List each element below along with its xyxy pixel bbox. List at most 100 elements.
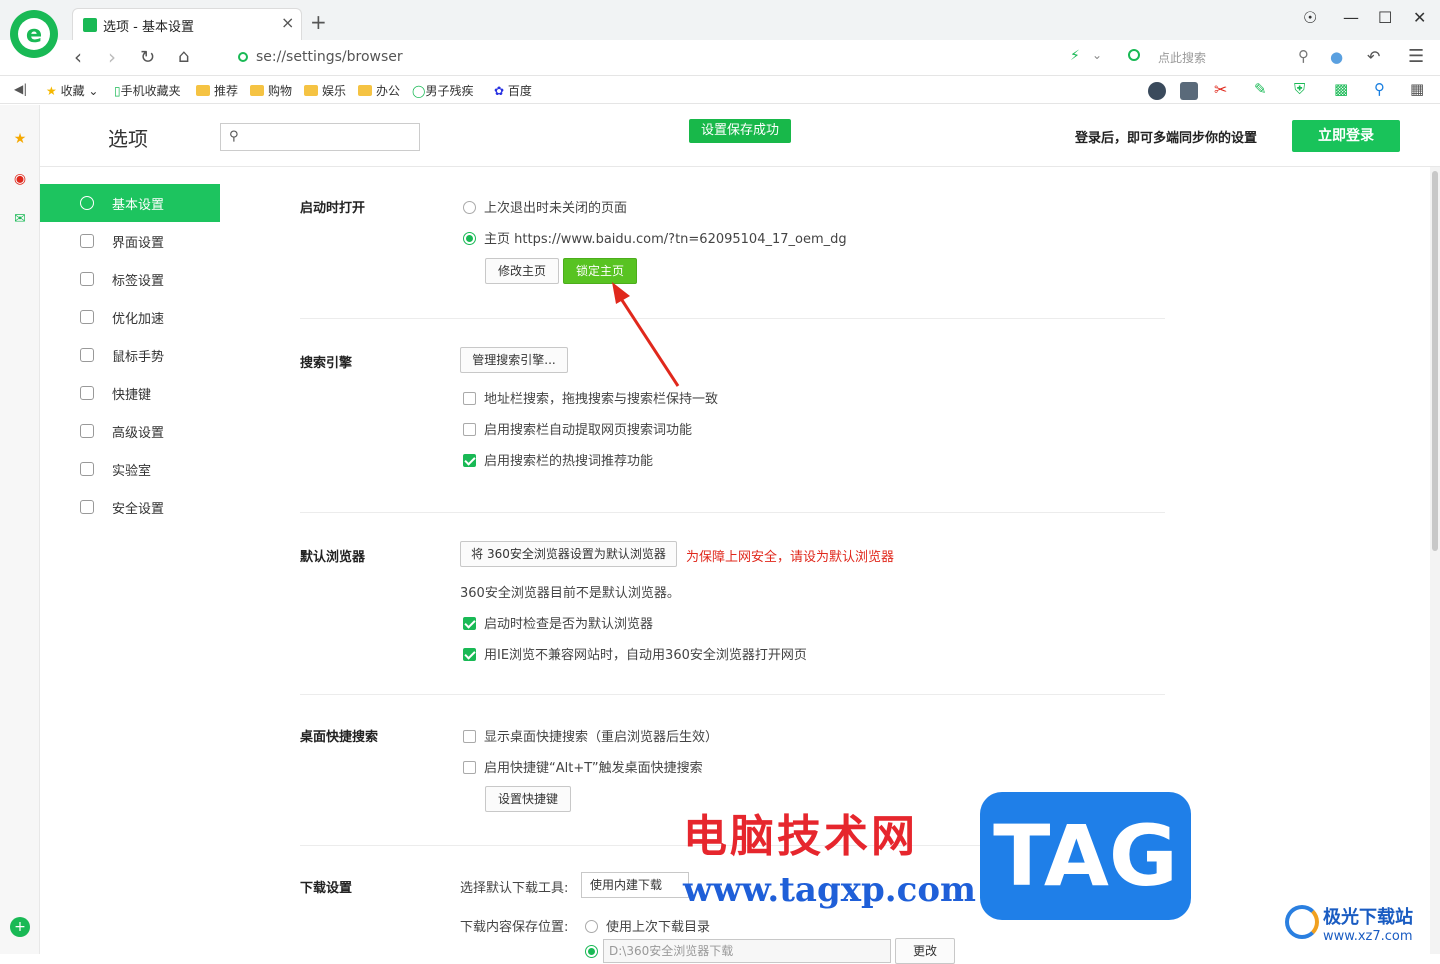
find-icon[interactable]: ⚲ xyxy=(1374,80,1385,98)
game-icon[interactable]: ▩ xyxy=(1334,80,1348,98)
sidenav-item-lab[interactable]: 实验室 xyxy=(40,450,220,488)
section-title-startup: 启动时打开 xyxy=(300,201,366,216)
radio-last-session[interactable] xyxy=(463,201,476,214)
favorites-star-icon[interactable]: ★ xyxy=(10,129,30,149)
search-option-1[interactable]: 地址栏搜索，拖拽搜索与搜索栏保持一致 xyxy=(463,388,718,407)
checkbox[interactable] xyxy=(463,392,476,405)
options-search[interactable]: ⚲ xyxy=(220,123,420,151)
checkbox[interactable] xyxy=(463,730,476,743)
download-tool-select[interactable]: 使用内建下载 xyxy=(581,872,689,898)
startup-option-last[interactable]: 上次退出时未关闭的页面 xyxy=(463,197,627,216)
maximize-icon[interactable]: ☐ xyxy=(1378,8,1392,27)
bookmark-folder-office[interactable]: 办公 xyxy=(358,82,400,99)
back-icon[interactable]: ‹ xyxy=(74,45,82,69)
checkbox[interactable] xyxy=(463,423,476,436)
collapse-sidebar-icon[interactable]: ◀| xyxy=(14,82,27,96)
shield-icon[interactable]: ⛨ xyxy=(1294,80,1305,98)
tab-settings[interactable]: 选项 - 基本设置 × xyxy=(72,8,302,40)
apps-grid-icon[interactable]: ▦ xyxy=(1410,80,1424,98)
default-browser-option-2[interactable]: 用IE浏览不兼容网站时，自动用360安全浏览器打开网页 xyxy=(463,644,807,663)
options-search-input[interactable] xyxy=(249,127,409,147)
default-browser-option-1[interactable]: 启动时检查是否为默认浏览器 xyxy=(463,613,653,632)
download-path-field[interactable]: D:\360安全浏览器下载 xyxy=(603,939,891,963)
bookmark-favorites[interactable]: ★ 收藏 ⌄ xyxy=(46,82,98,99)
reload-icon[interactable]: ↻ xyxy=(140,47,155,68)
set-shortcut-button[interactable]: 设置快捷键 xyxy=(485,786,571,812)
save-success-toast: 设置保存成功 xyxy=(689,119,791,143)
minimize-icon[interactable]: — xyxy=(1343,8,1359,27)
bookmark-search[interactable]: ◯男子残疾 xyxy=(412,82,473,99)
home-icon[interactable]: ⌂ xyxy=(178,46,189,67)
desktop-search-option-1[interactable]: 显示桌面快捷搜索（重启浏览器后生效） xyxy=(463,726,718,745)
ie-mode-icon[interactable]: ● xyxy=(1330,48,1343,66)
search-option-3[interactable]: 启用搜索栏的热搜词推荐功能 xyxy=(463,450,653,469)
mouse-icon xyxy=(80,348,94,362)
window-icon xyxy=(80,234,94,248)
watermark-tag-logo: TAG xyxy=(980,792,1191,920)
menu-icon[interactable]: ☰ xyxy=(1408,46,1424,67)
mail-icon[interactable]: ✉ xyxy=(10,209,30,229)
search-option-2[interactable]: 启用搜索栏自动提取网页搜索词功能 xyxy=(463,419,692,438)
skin-icon[interactable]: ☉ xyxy=(1303,8,1317,27)
set-default-browser-button[interactable]: 将 360安全浏览器设置为默认浏览器 xyxy=(460,541,677,567)
folder-icon xyxy=(304,85,318,96)
bookmark-folder-shopping[interactable]: 购物 xyxy=(250,82,292,99)
modify-homepage-button[interactable]: 修改主页 xyxy=(485,258,559,284)
star-icon: ★ xyxy=(46,84,57,98)
left-rail: ★ ◉ ✉ + xyxy=(0,105,40,954)
sidenav-item-security[interactable]: 安全设置 xyxy=(40,488,220,526)
add-sidebar-icon[interactable]: + xyxy=(10,917,30,937)
bookmark-mobile[interactable]: ▯手机收藏夹 xyxy=(114,82,181,99)
wrench-icon xyxy=(83,18,97,32)
url-field[interactable]: se://settings/browser xyxy=(238,49,403,65)
checkbox[interactable] xyxy=(463,761,476,774)
default-browser-warning: 为保障上网安全，请设为默认浏览器 xyxy=(686,550,895,565)
startup-option-home[interactable]: 主页 https://www.baidu.com/?tn=62095104_17… xyxy=(463,228,847,247)
translate-icon[interactable]: ✎ xyxy=(1254,80,1267,98)
search-engine-icon[interactable] xyxy=(1128,49,1140,61)
forward-icon[interactable]: › xyxy=(108,45,116,69)
search-placeholder: 点此搜索 xyxy=(1158,51,1207,65)
secure-icon xyxy=(238,52,248,62)
sidenav-item-mouse[interactable]: 鼠标手势 xyxy=(40,336,220,374)
radio-last-dir[interactable] xyxy=(585,920,598,933)
sidenav-item-shortcuts[interactable]: 快捷键 xyxy=(40,374,220,412)
checkbox-checked[interactable] xyxy=(463,648,476,661)
scrollbar[interactable] xyxy=(1430,167,1440,954)
watermark-site-logo: 极光下载站 www.xz7.com xyxy=(1285,903,1435,949)
radio-custom-dir[interactable] xyxy=(585,945,598,958)
desktop-search-option-2[interactable]: 启用快捷键“Alt+T”触发桌面快捷搜索 xyxy=(463,757,703,776)
weibo-icon[interactable]: ◉ xyxy=(10,169,30,189)
reader-icon[interactable] xyxy=(1180,82,1198,100)
search-icon[interactable]: ⚲ xyxy=(1298,47,1309,65)
search-box[interactable]: 点此搜索 ⚲ xyxy=(1124,46,1324,70)
bookmark-folder-entertainment[interactable]: 娱乐 xyxy=(304,82,346,99)
wrench-icon xyxy=(80,424,94,438)
annotation-arrow xyxy=(612,282,680,387)
scrollbar-thumb[interactable] xyxy=(1432,171,1438,551)
checkbox-checked[interactable] xyxy=(463,617,476,630)
close-window-icon[interactable]: ✕ xyxy=(1413,8,1426,27)
undo-icon[interactable]: ↶ xyxy=(1367,47,1380,66)
login-button[interactable]: 立即登录 xyxy=(1292,120,1400,152)
sidenav-item-advanced[interactable]: 高级设置 xyxy=(40,412,220,450)
new-tab-button[interactable]: + xyxy=(310,10,327,34)
sidenav-item-interface[interactable]: 界面设置 xyxy=(40,222,220,260)
download-option-last-dir[interactable]: 使用上次下载目录 xyxy=(585,916,710,935)
chevron-down-icon[interactable]: ⌄ xyxy=(1092,48,1102,62)
radio-homepage[interactable] xyxy=(463,232,476,245)
sidenav-item-optimize[interactable]: 优化加速 xyxy=(40,298,220,336)
lightning-icon[interactable]: ⚡ xyxy=(1070,48,1080,64)
cursor-tool-icon[interactable] xyxy=(1148,82,1166,100)
bookmark-baidu[interactable]: ✿ 百度 xyxy=(494,82,532,99)
screenshot-icon[interactable]: ✂ xyxy=(1214,80,1227,99)
sidenav-item-basic[interactable]: 基本设置 xyxy=(40,184,220,222)
checkbox-checked[interactable] xyxy=(463,454,476,467)
sidenav-item-tabs[interactable]: 标签设置 xyxy=(40,260,220,298)
change-path-button[interactable]: 更改 xyxy=(895,938,955,964)
manage-search-engines-button[interactable]: 管理搜索引擎... xyxy=(460,347,568,373)
bookmark-folder-recommend[interactable]: 推荐 xyxy=(196,82,238,99)
browser-logo[interactable]: e xyxy=(10,10,58,58)
close-tab-icon[interactable]: × xyxy=(281,13,294,32)
tab-title: 选项 - 基本设置 xyxy=(103,20,194,35)
